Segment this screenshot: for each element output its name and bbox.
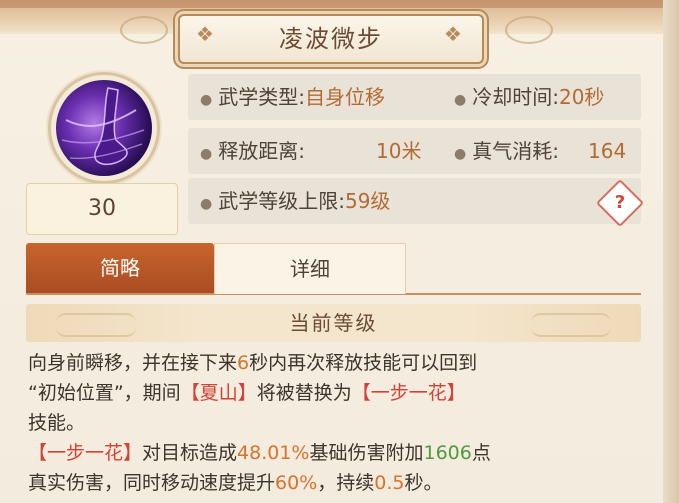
- skill-title: 凌波微步: [279, 25, 383, 53]
- section-title: 当前等级: [289, 311, 378, 335]
- title-plate: 凌波微步: [178, 14, 484, 64]
- stat-cooldown-value: 20秒: [558, 85, 605, 109]
- stat-row-1: ● 武学类型:自身位移 ● 冷却时间:20秒: [188, 74, 641, 120]
- desc-text: ，持续: [317, 472, 375, 494]
- desc-skill-ref: 【一步一花】: [351, 382, 466, 404]
- desc-line: 【一步一花】对目标造成48.01%基础伤害附加1606点: [28, 438, 648, 468]
- bullet-icon: ●: [454, 92, 467, 108]
- desc-text: 基础伤害附加: [309, 442, 424, 464]
- cloud-ornament-right: [505, 16, 553, 44]
- stat-max-level-value: 59级: [344, 189, 391, 213]
- question-icon: ?: [614, 192, 626, 213]
- stat-row-2: ● 释放距离: 10米 ● 真气消耗: 164: [188, 128, 641, 174]
- desc-line: 向身前瞬移，并在接下来6秒内再次释放技能可以回到: [28, 348, 648, 378]
- stat-type: ● 武学类型:自身位移: [200, 74, 385, 120]
- desc-text: 点: [471, 442, 491, 464]
- title-ornament-left-icon: ❖: [196, 22, 214, 46]
- stat-range-value: 10米: [376, 139, 422, 163]
- stat-max-level: ● 武学等级上限:59级: [200, 178, 390, 224]
- bullet-icon: ●: [454, 146, 467, 162]
- section-header: 当前等级: [26, 304, 641, 342]
- stat-type-value: 自身位移: [304, 85, 385, 109]
- desc-highlight: 48.01%: [237, 442, 310, 464]
- desc-highlight: 6: [237, 352, 250, 374]
- desc-highlight: 0.5: [374, 472, 405, 494]
- stat-cooldown: ● 冷却时间:20秒: [454, 74, 604, 120]
- tab-detail[interactable]: 详细: [214, 243, 406, 294]
- skill-description: 向身前瞬移，并在接下来6秒内再次释放技能可以回到 “初始位置”，期间【夏山】将被…: [28, 348, 648, 498]
- stat-qi-value: 164: [588, 139, 627, 163]
- desc-text: 秒。: [404, 472, 443, 494]
- stat-range: ● 释放距离:: [200, 128, 305, 174]
- stat-range-label: 释放距离:: [218, 139, 305, 163]
- skill-detail-panel: 凌波微步 ❖ ❖ 30 ● 武学类型:自身位移 ● 冷却时间:20秒 ● 释放距离: …: [0, 0, 679, 503]
- desc-skill-ref: 【一步一花】: [28, 442, 143, 464]
- stat-max-level-label: 武学等级上限:: [218, 189, 345, 213]
- panel-right-edge: [663, 0, 679, 503]
- skill-level-value: 30: [26, 183, 178, 235]
- stat-cooldown-label: 冷却时间:: [472, 85, 559, 109]
- stat-row-3: ● 武学等级上限:59级: [188, 178, 641, 224]
- title-ornament-right-icon: ❖: [444, 22, 462, 46]
- desc-highlight: 1606: [423, 442, 472, 464]
- desc-line: 技能。: [28, 408, 648, 438]
- cloud-ornament-left: [120, 16, 168, 44]
- skill-icon-frame: [48, 72, 160, 184]
- tab-bar: 简略 详细: [26, 243, 641, 295]
- skill-feet-icon: [56, 80, 152, 176]
- bullet-icon: ●: [200, 196, 213, 212]
- desc-text: 真实伤害，同时移动速度提升: [28, 472, 276, 494]
- desc-text: 向身前瞬移，并在接下来: [28, 352, 238, 374]
- desc-text: 技能。: [28, 412, 86, 434]
- bullet-icon: ●: [200, 92, 213, 108]
- desc-text: 秒内再次释放技能可以回到: [249, 352, 478, 374]
- desc-text: “初始位置”，期间: [28, 382, 181, 404]
- desc-line: “初始位置”，期间【夏山】将被替换为【一步一花】: [28, 378, 648, 408]
- desc-line: 真实伤害，同时移动速度提升60%，持续0.5秒。: [28, 468, 648, 498]
- desc-text: 将被替换为: [256, 382, 352, 404]
- stat-qi: ● 真气消耗:: [454, 128, 559, 174]
- desc-skill-ref: 【夏山】: [180, 382, 257, 404]
- stat-qi-label: 真气消耗:: [472, 139, 559, 163]
- desc-text: 对目标造成: [142, 442, 238, 464]
- desc-highlight: 60%: [275, 472, 318, 494]
- bullet-icon: ●: [200, 146, 213, 162]
- stat-type-label: 武学类型:: [218, 85, 305, 109]
- tab-brief[interactable]: 简略: [26, 243, 214, 293]
